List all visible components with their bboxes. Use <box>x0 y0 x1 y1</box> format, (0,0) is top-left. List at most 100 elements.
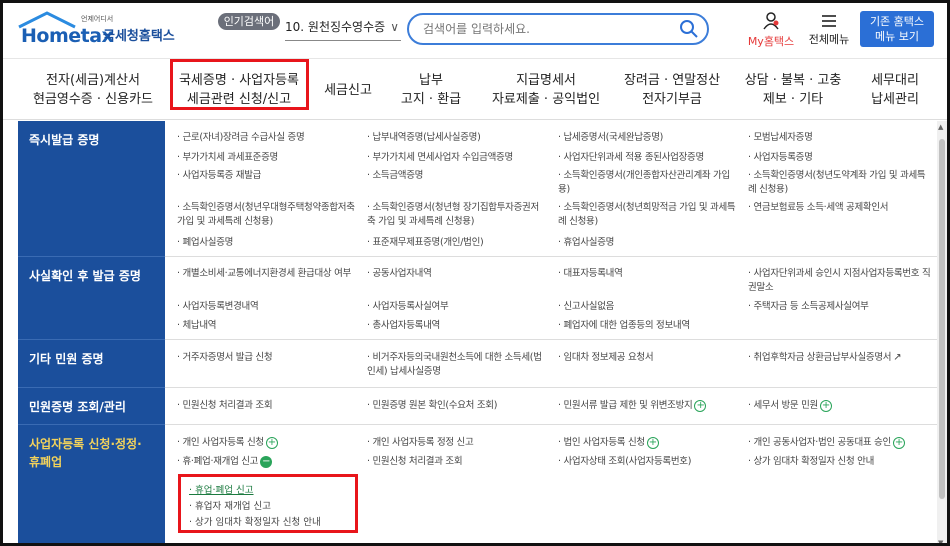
menu-item[interactable]: · 민원신청 처리결과 조회 <box>177 399 357 413</box>
menu-item[interactable]: · 납부내역증명(납세사실증명) <box>367 131 547 145</box>
menu-item[interactable]: · 납세증명서(국세완납증명) <box>558 131 738 145</box>
all-menu-button[interactable]: 전체메뉴 <box>803 13 855 49</box>
logo-brand-text: Hometax <box>21 25 114 47</box>
gnb-label: 세금신고 <box>324 82 372 98</box>
menu-item[interactable]: · 법인 사업자등록 신청 + <box>558 436 738 450</box>
minus-icon[interactable]: − <box>260 455 273 468</box>
logo-tagline: 언제어디서 <box>81 15 114 23</box>
menu-item[interactable]: · 사업자등록증 재발급 <box>177 169 357 183</box>
menu-item[interactable]: · 사업자상태 조회(사업자등록번호) <box>558 455 738 469</box>
my-hometax-button[interactable]: My홈택스 <box>745 11 797 51</box>
gnb-item-payment[interactable]: 납부 고지 · 환급 <box>389 60 473 120</box>
menu-item[interactable]: · 소득확인증명서(청년형 장기집합투자증권저축 가입 및 과세특례 신청용) <box>367 201 547 229</box>
submenu-panel: 즉시발급 증명 · 근로(자녀)장려금 수급사실 증명 · 납부내역증명(납세사… <box>3 121 937 543</box>
category-verified-certificate[interactable]: 사실확인 후 발급 증명 <box>18 257 165 340</box>
scroll-down-icon[interactable]: ▼ <box>938 539 943 543</box>
main-navigation: 전자(세금)계산서 현금영수증 · 신용카드 국세증명 · 사업자등록 세금관련… <box>3 60 947 120</box>
gnb-item-tax-report[interactable]: 세금신고 <box>315 60 381 120</box>
menu-item[interactable]: · 근로(자녀)장려금 수급사실 증명 <box>177 131 357 145</box>
menu-item[interactable]: · 소득금액증명 <box>367 169 547 183</box>
submenu-item-reopen-report[interactable]: · 휴업자 재개업 신고 <box>189 498 271 512</box>
hometax-logo[interactable]: 언제어디서 Hometax 국세청홈택스 <box>17 11 187 49</box>
menu-item[interactable]: · 사업자등록사실여부 <box>367 300 547 314</box>
menu-item[interactable]: · 소득확인증명서(청년우대형주택청약종합저축 가입 및 과세특례 신청용) <box>177 201 357 229</box>
category-other-certificate[interactable]: 기타 민원 증명 <box>18 340 165 388</box>
old-hometax-menu-button[interactable]: 기존 홈택스 메뉴 보기 <box>860 11 934 47</box>
search-input[interactable] <box>423 20 673 38</box>
scroll-up-icon[interactable]: ▲ <box>938 123 943 131</box>
menu-item[interactable]: · 소득확인증명서(청년도약계좌 가입 및 과세특례 신청용) <box>748 169 933 197</box>
menu-item[interactable]: · 임대차 정보제공 요청서 <box>558 351 738 365</box>
menu-item[interactable]: · 개인 사업자등록 정정 신고 <box>367 436 547 450</box>
external-link-icon: ↗ <box>893 352 902 363</box>
popular-search-dropdown[interactable]: 10. 원천징수영수증 ∨ <box>285 15 401 41</box>
hamburger-icon <box>822 15 836 27</box>
menu-item[interactable]: · 비거주자등의국내원천소득에 대한 소득세(법인세) 납세사실증명 <box>367 351 549 379</box>
menu-item[interactable]: · 상가 임대차 확정일자 신청 안내 <box>748 455 933 469</box>
browser-frame: 언제어디서 Hometax 국세청홈택스 인기검색어 10. 원천징수영수증 ∨… <box>0 0 950 546</box>
all-menu-label: 전체메뉴 <box>808 33 850 46</box>
menu-item[interactable]: · 세무서 방문 민원 + <box>748 399 933 413</box>
category-certificate-lookup[interactable]: 민원증명 조회/관리 <box>18 388 165 425</box>
gnb-label: 세무대리 납세관리 <box>871 73 919 107</box>
popular-search-label: 인기검색어 <box>218 13 280 30</box>
menu-item[interactable]: · 민원신청 처리결과 조회 <box>367 455 547 469</box>
menu-item[interactable]: · 신고사실없음 <box>558 300 738 314</box>
menu-item[interactable]: · 모범납세자증명 <box>748 131 933 145</box>
gnb-label: 지급명세서 자료제출 · 공익법인 <box>491 73 601 107</box>
menu-item[interactable]: · 폐업자에 대한 업종등의 정보내역 <box>558 319 738 333</box>
menu-item-label: · 취업후학자금 상환금납부사실증명서 <box>748 352 892 363</box>
gnb-label: 납부 고지 · 환급 <box>400 73 462 107</box>
menu-item-label: · 휴·폐업·재개업 신고 <box>177 456 259 467</box>
plus-icon[interactable]: + <box>694 399 707 412</box>
plus-icon[interactable]: + <box>646 436 659 449</box>
gnb-item-payment-statement[interactable]: 지급명세서 자료제출 · 공익법인 <box>481 60 611 120</box>
highlight-box-submenu: · 휴업·폐업 신고 · 휴업자 재개업 신고 · 상가 임대차 확정일자 신청… <box>178 474 358 533</box>
menu-item[interactable]: · 연금보험료등 소득·세액 공제확인서 <box>748 201 933 215</box>
plus-icon[interactable]: + <box>819 399 832 412</box>
gnb-item-consult[interactable]: 상담 · 불복 · 고충 제보 · 기타 <box>737 60 849 120</box>
menu-item[interactable]: · 폐업사실증명 <box>177 236 357 250</box>
menu-item[interactable]: · 취업후학자금 상환금납부사실증명서 ↗ <box>748 351 933 365</box>
menu-item[interactable]: · 개별소비세·교통에너지환경세 환급대상 여부 <box>177 267 357 281</box>
gnb-item-invoice[interactable]: 전자(세금)계산서 현금영수증 · 신용카드 <box>23 60 163 120</box>
menu-item[interactable]: · 사업자단위과세 승인시 지점사업자등록번호 직권말소 <box>748 267 933 295</box>
menu-item[interactable]: · 거주자증명서 발급 신청 <box>177 351 357 365</box>
gnb-label: 장려금 · 연말정산 전자기부금 <box>623 73 721 107</box>
menu-item[interactable]: · 사업자등록증명 <box>748 151 933 165</box>
menu-item[interactable]: · 사업자등록변경내역 <box>177 300 357 314</box>
submenu-item-lease-date[interactable]: · 상가 임대차 확정일자 신청 안내 <box>189 514 321 528</box>
menu-item[interactable]: · 부가가치세 면세사업자 수입금액증명 <box>367 151 547 165</box>
category-business-registration[interactable]: 사업자등록 신청·정정· 휴폐업 <box>18 425 165 543</box>
user-icon <box>763 12 779 30</box>
scrollbar[interactable]: ▲ ▼ <box>937 121 947 543</box>
menu-item[interactable]: · 민원증명 원본 확인(수요처 조회) <box>367 399 547 413</box>
plus-icon[interactable]: + <box>892 436 905 449</box>
old-hometax-label: 기존 홈택스 메뉴 보기 <box>869 15 925 43</box>
menu-item[interactable]: · 휴업사실증명 <box>558 236 738 250</box>
menu-item[interactable]: · 체납내역 <box>177 319 357 333</box>
gnb-item-incentive[interactable]: 장려금 · 연말정산 전자기부금 <box>617 60 727 120</box>
submenu-item-closure-report[interactable]: · 휴업·폐업 신고 <box>189 482 254 496</box>
category-instant-certificate[interactable]: 즉시발급 증명 <box>18 121 165 257</box>
menu-item[interactable]: · 부가가치세 과세표준증명 <box>177 151 357 165</box>
menu-item[interactable]: · 주택자금 등 소득공제사실여부 <box>748 300 933 314</box>
highlight-box-gnb <box>170 59 309 110</box>
menu-item[interactable]: · 총사업자등록내역 <box>367 319 547 333</box>
menu-item[interactable]: · 개인 공동사업자·법인 공동대표 승인 + <box>748 436 933 450</box>
menu-item[interactable]: · 공동사업자내역 <box>367 267 547 281</box>
menu-item[interactable]: · 휴·폐업·재개업 신고 − <box>177 455 357 469</box>
search-box[interactable] <box>407 13 709 45</box>
menu-item[interactable]: · 대표자등록내역 <box>558 267 738 281</box>
menu-item[interactable]: · 소득확인증명서(청년희망적금 가입 및 과세특례 신청용) <box>558 201 738 229</box>
section-row: · 민원신청 처리결과 조회 · 민원증명 원본 확인(수요처 조회) · 민원… <box>165 388 937 425</box>
menu-item[interactable]: · 민원서류 발급 제한 및 위변조방지 + <box>558 399 743 413</box>
menu-item[interactable]: · 개인 사업자등록 신청 + <box>177 436 357 450</box>
menu-item[interactable]: · 표준재무제표증명(개인/법인) <box>367 236 547 250</box>
menu-item[interactable]: · 사업자단위과세 적용 종된사업장증명 <box>558 151 738 165</box>
menu-item[interactable]: · 소득확인증명서(개인종합자산관리계좌 가입용) <box>558 169 738 197</box>
plus-icon[interactable]: + <box>265 436 278 449</box>
gnb-item-tax-agent[interactable]: 세무대리 납세관리 <box>857 60 933 120</box>
scrollbar-thumb[interactable] <box>939 139 945 499</box>
search-icon[interactable] <box>679 19 699 39</box>
